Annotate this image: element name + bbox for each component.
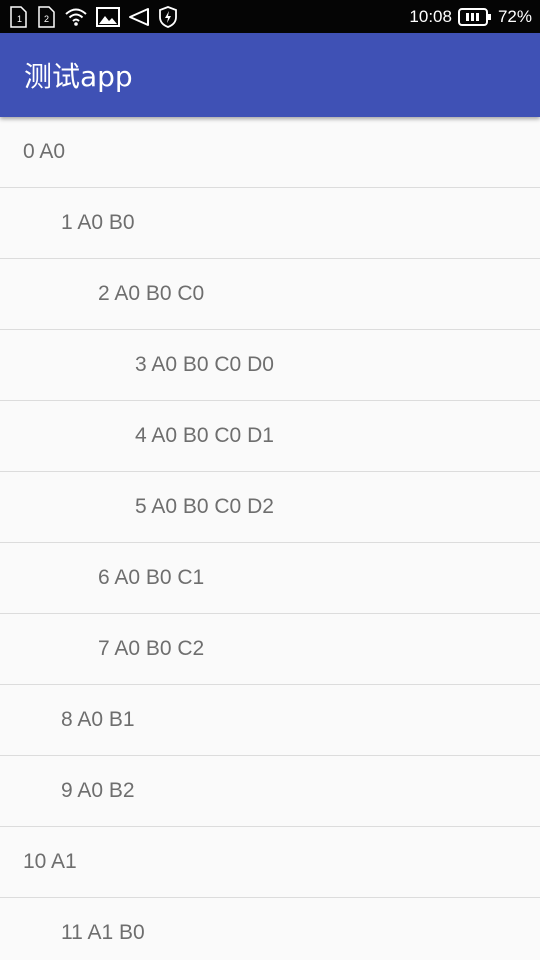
list-item[interactable]: 7 A0 B0 C2: [0, 614, 540, 685]
volume-icon: [128, 7, 150, 27]
list-item-label: 7 A0 B0 C2: [98, 637, 205, 660]
list-item-label: 2 A0 B0 C0: [98, 282, 205, 305]
status-time: 10:08: [409, 6, 452, 26]
app-title: 测试app: [24, 60, 133, 93]
list-item-label: 3 A0 B0 C0 D0: [135, 353, 274, 376]
battery-icon: [457, 7, 492, 26]
list-item[interactable]: 2 A0 B0 C0: [0, 259, 540, 330]
app-bar: 测试app: [0, 33, 540, 117]
svg-text:2: 2: [44, 14, 49, 24]
list-item[interactable]: 5 A0 B0 C0 D2: [0, 472, 540, 543]
list-item[interactable]: 1 A0 B0: [0, 188, 540, 259]
list-item-label: 1 A0 B0: [61, 211, 135, 234]
shield-icon: [158, 5, 178, 28]
list-item-label: 9 A0 B2: [61, 779, 135, 802]
list-item[interactable]: 11 A1 B0: [0, 898, 540, 960]
list-item[interactable]: 0 A0: [0, 117, 540, 188]
sim1-icon: 1: [8, 5, 28, 28]
status-right: 10:08 72%: [409, 7, 532, 27]
list-item-label: 8 A0 B1: [61, 708, 135, 731]
svg-text:1: 1: [17, 14, 22, 24]
battery-percent: 72%: [497, 6, 532, 26]
list-item[interactable]: 4 A0 B0 C0 D1: [0, 401, 540, 472]
list-item-label: 11 A1 B0: [61, 921, 145, 944]
list-item-label: 5 A0 B0 C0 D2: [135, 495, 274, 518]
sim2-icon: 2: [36, 5, 56, 28]
list-item-label: 0 A0: [23, 140, 66, 163]
list-item-label: 10 A1: [23, 850, 77, 873]
list-item[interactable]: 9 A0 B2: [0, 756, 540, 827]
status-left-icons: 1 2: [8, 5, 178, 28]
status-bar: 1 2 10:08 72%: [0, 0, 540, 33]
image-icon: [96, 6, 120, 27]
wifi-icon: [64, 7, 88, 27]
list-item[interactable]: 8 A0 B1: [0, 685, 540, 756]
list-item[interactable]: 3 A0 B0 C0 D0: [0, 330, 540, 401]
tree-list[interactable]: 0 A0 1 A0 B0 2 A0 B0 C0 3 A0 B0 C0 D0 4 A0 B…: [0, 117, 540, 960]
list-item[interactable]: 10 A1: [0, 827, 540, 898]
list-item-label: 6 A0 B0 C1: [98, 566, 205, 589]
list-item[interactable]: 6 A0 B0 C1: [0, 543, 540, 614]
list-item-label: 4 A0 B0 C0 D1: [135, 424, 274, 447]
